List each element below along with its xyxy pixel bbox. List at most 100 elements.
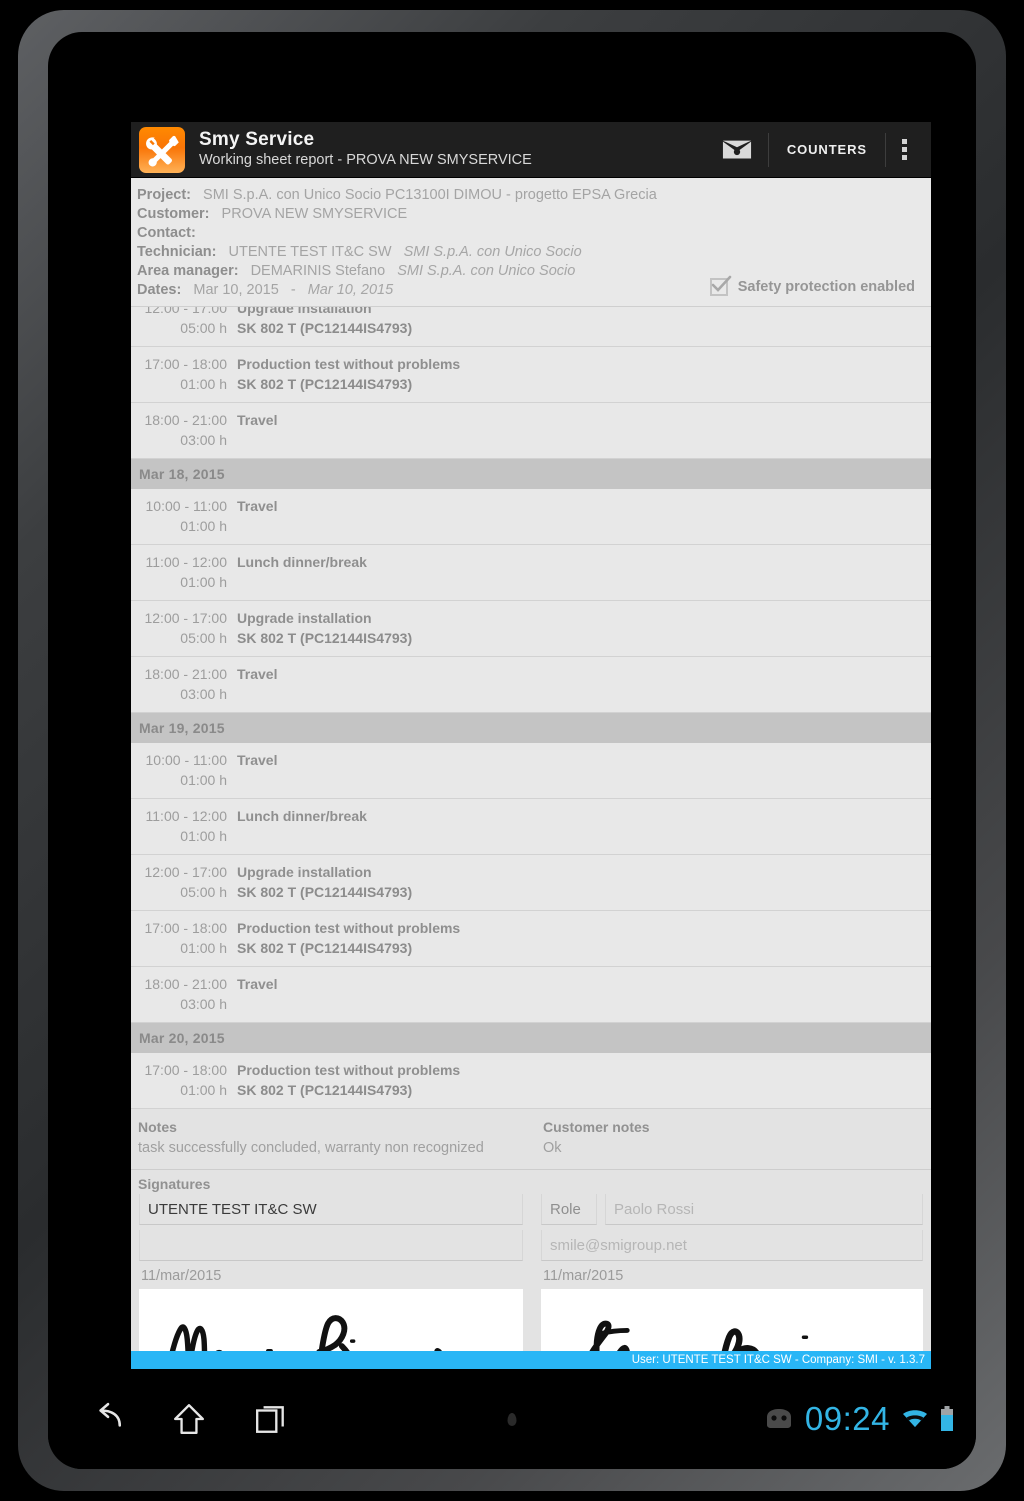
task-time-range: 18:00 - 21:00 [144, 666, 227, 682]
task-row[interactable]: 10:00 - 11:00 01:00 h Travel [131, 489, 931, 545]
status-icons: 09:24 [764, 1400, 954, 1438]
technician-secondary-input[interactable] [139, 1230, 523, 1261]
area-manager-company: SMI S.p.A. con Unico Socio [397, 263, 576, 279]
notes-column: Notes task successfully concluded, warra… [131, 1117, 531, 1159]
safety-protection-checkbox[interactable]: Safety protection enabled [709, 275, 915, 296]
task-duration: 01:00 h [180, 574, 227, 590]
task-row[interactable]: 12:00 - 17:00 05:00 h Upgrade installation… [131, 601, 931, 657]
task-name: Upgrade installation [237, 610, 372, 626]
customer-name-input[interactable]: Paolo Rossi [605, 1194, 923, 1225]
task-machine: SK 802 T (PC12144IS4793) [237, 1082, 413, 1098]
app-status-footer-text: User: UTENTE TEST IT&C SW - Company: SMI… [631, 1354, 925, 1366]
task-name: Production test without problems [237, 356, 461, 372]
back-icon[interactable] [90, 1402, 124, 1436]
envelope-icon[interactable] [708, 129, 766, 171]
task-time-column: 17:00 - 18:00 01:00 h [131, 918, 231, 958]
task-time-range: 10:00 - 11:00 [145, 498, 227, 514]
action-divider [885, 132, 886, 167]
tablet-screen: Smy Service Working sheet report - PROVA… [48, 32, 976, 1469]
task-time-column: 12:00 - 17:00 05:00 h [131, 862, 231, 902]
counters-button[interactable]: COUNTERS [771, 129, 883, 171]
task-name: Production test without problems [237, 1062, 461, 1078]
task-detail-column: Lunch dinner/break [231, 806, 367, 826]
task-duration: 03:00 h [180, 432, 227, 448]
task-time-column: 10:00 - 11:00 01:00 h [131, 750, 231, 790]
task-time-column: 18:00 - 21:00 03:00 h [131, 410, 231, 450]
task-row[interactable]: 17:00 - 18:00 01:00 h Production test with… [131, 1053, 931, 1109]
project-label: Project: [137, 187, 191, 203]
task-name: Lunch dinner/break [237, 554, 367, 570]
role-field[interactable]: Role [541, 1194, 597, 1225]
battery-icon [941, 1406, 953, 1431]
date-group-header: Mar 19, 2015 [131, 713, 931, 743]
dates-label: Dates: [137, 282, 182, 298]
task-duration: 05:00 h [180, 884, 227, 900]
signatures-columns: UTENTE TEST IT&C SW 11/mar/2015 Role Pao… [131, 1194, 931, 1369]
task-row[interactable]: 18:00 - 21:00 03:00 h Travel [131, 967, 931, 1023]
customer-name-placeholder: Paolo Rossi [614, 1200, 695, 1218]
task-name: Travel [237, 412, 278, 428]
task-time-column: 10:00 - 11:00 01:00 h [131, 496, 231, 536]
dates-end: Mar 10, 2015 [307, 282, 394, 298]
nav-assist-dot [507, 1412, 517, 1426]
wifi-icon [903, 1410, 927, 1427]
task-time-column: 17:00 - 18:00 01:00 h [131, 1060, 231, 1100]
android-head-icon [766, 1409, 791, 1428]
technician-value: UTENTE TEST IT&C SW [228, 244, 392, 260]
task-time-column: 18:00 - 21:00 03:00 h [131, 664, 231, 704]
action-bar-titles: Smy Service Working sheet report - PROVA… [199, 129, 708, 170]
nav-keys [48, 1402, 288, 1436]
task-detail-column: Travel [231, 974, 277, 994]
signatures-title: Signatures [138, 1176, 211, 1192]
task-row[interactable]: 11:00 - 12:00 01:00 h Lunch dinner/break [131, 545, 931, 601]
technician-name-input[interactable]: UTENTE TEST IT&C SW [139, 1194, 523, 1225]
overflow-menu-icon[interactable] [888, 139, 921, 160]
task-row[interactable]: 17:00 - 18:00 01:00 h Production test with… [131, 911, 931, 967]
task-time-column: 12:00 - 17:00 05:00 h [131, 608, 231, 648]
customer-notes-value: Ok [543, 1140, 562, 1156]
task-name: Travel [237, 666, 278, 682]
technician-company: SMI S.p.A. con Unico Socio [403, 244, 582, 260]
signature-column-technician: UTENTE TEST IT&C SW 11/mar/2015 [131, 1194, 531, 1369]
task-time-range: 12:00 - 17:00 [144, 610, 227, 626]
task-row[interactable]: 10:00 - 11:00 01:00 h Travel [131, 743, 931, 799]
signatures-section: Signatures UTENTE TEST IT&C SW 11/mar/20… [131, 1170, 931, 1369]
project-value: SMI S.p.A. con Unico Socio PC13100I DIMO… [203, 187, 657, 203]
task-time-column: 18:00 - 21:00 03:00 h [131, 974, 231, 1014]
app-status-footer: User: UTENTE TEST IT&C SW - Company: SMI… [131, 1351, 931, 1369]
task-time-range: 17:00 - 18:00 [144, 356, 227, 372]
counters-label: COUNTERS [786, 142, 867, 157]
task-row[interactable]: 11:00 - 12:00 01:00 h Lunch dinner/break [131, 799, 931, 855]
app-subtitle: Working sheet report - PROVA NEW SMYSERV… [199, 152, 532, 168]
task-time-range: 17:00 - 18:00 [144, 1062, 227, 1078]
customer-notes-label: Customer notes [543, 1119, 650, 1135]
task-duration: 01:00 h [180, 1082, 227, 1098]
task-time-range: 18:00 - 21:00 [144, 976, 227, 992]
customer-email-input[interactable]: smile@smigroup.net [541, 1230, 923, 1261]
task-row[interactable]: 18:00 - 21:00 03:00 h Travel [131, 403, 931, 459]
area-manager-value: DEMARINIS Stefano [250, 263, 386, 279]
report-header-info: Project: SMI S.p.A. con Unico Socio PC13… [131, 178, 931, 307]
checkbox-box [709, 275, 732, 296]
task-machine: SK 802 T (PC12144IS4793) [237, 376, 413, 392]
tools-icon [139, 126, 185, 173]
technician-signature-date: 11/mar/2015 [141, 1268, 222, 1284]
working-sheet-list[interactable]: 12:00 - 17:00 05:00 h Upgrade installation… [131, 298, 931, 1109]
task-row[interactable]: 17:00 - 18:00 01:00 h Production test with… [131, 347, 931, 403]
task-row[interactable]: 12:00 - 17:00 05:00 h Upgrade installation… [131, 855, 931, 911]
home-icon[interactable] [172, 1402, 206, 1436]
customer-label: Customer: [137, 206, 210, 222]
task-time-range: 10:00 - 11:00 [145, 752, 227, 768]
role-and-name-row: Role Paolo Rossi [541, 1194, 923, 1230]
role-label: Role [550, 1200, 581, 1218]
recents-icon[interactable] [254, 1402, 288, 1436]
area-manager-label: Area manager: [137, 263, 239, 279]
customer-notes-column: Customer notes Ok [531, 1117, 931, 1159]
task-detail-column: Lunch dinner/break [231, 552, 367, 572]
task-name: Travel [237, 976, 278, 992]
task-detail-column: Upgrade installation SK 802 T (PC12144IS4… [231, 608, 412, 648]
customer-row: Customer: PROVA NEW SMYSERVICE [131, 205, 931, 224]
contact-row: Contact: [131, 224, 931, 243]
task-row[interactable]: 18:00 - 21:00 03:00 h Travel [131, 657, 931, 713]
task-machine: SK 802 T (PC12144IS4793) [237, 940, 413, 956]
